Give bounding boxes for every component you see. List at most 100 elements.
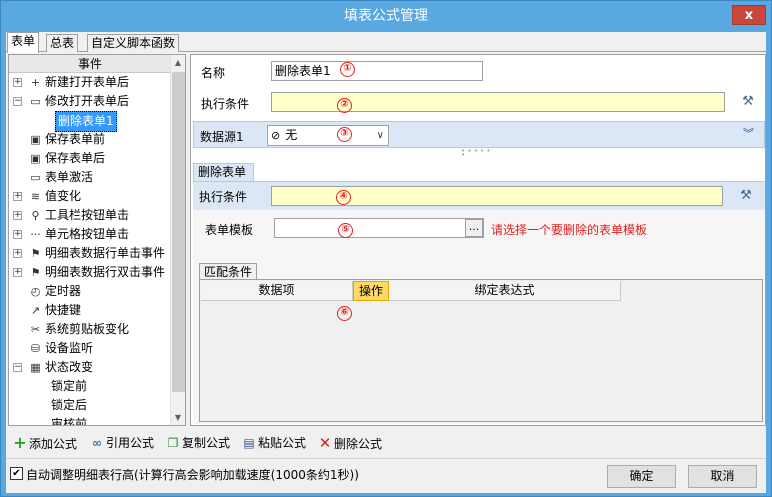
column-expression[interactable]: 绑定表达式: [389, 281, 621, 301]
cancel-button[interactable]: 取消: [688, 465, 757, 488]
tree-item-label: 审核前: [51, 417, 88, 426]
tree-item[interactable]: 锁定前: [9, 377, 172, 396]
template-hint: 请选择一个要删除的表单模板: [491, 223, 648, 237]
grid-header: 数据项 操作 绑定表达式: [201, 281, 621, 301]
tree-item[interactable]: + ⚑ 明细表数据行单击事件: [9, 244, 172, 263]
template-label: 表单模板: [205, 223, 254, 237]
copy-icon: ❐: [167, 436, 179, 450]
match-conditions-tab[interactable]: 匹配条件: [199, 263, 258, 280]
tree-item[interactable]: ▣ 保存表单前: [9, 130, 172, 149]
tree-scrollbar[interactable]: ▲ ▼: [170, 55, 185, 425]
tree-item-label: 系统剪贴板变化: [45, 322, 130, 336]
formula-toolbar: + 添加公式 ∞ 引用公式 ❐ 复制公式 ▤ 粘贴公式 ✕ 删除公式: [6, 431, 766, 453]
column-operation[interactable]: 操作: [353, 281, 389, 301]
expand-node-icon[interactable]: +: [13, 249, 22, 258]
tree-item[interactable]: − ▭ 修改打开表单后: [9, 92, 172, 111]
tree-item-label: 定时器: [45, 284, 82, 298]
user-add-icon: +: [30, 76, 41, 89]
event-header: 事件: [9, 55, 171, 73]
title-bar: 填表公式管理: [1, 1, 771, 31]
auto-row-height-label: 自动调整明细表行高(计算行高会影响加载速度(1000条约1秒)): [26, 468, 359, 482]
expand-node-icon[interactable]: +: [13, 78, 22, 87]
formula-editor: 名称 删除表单1 ① 执行条件 ② ⚒ 数据源1 ⊘ 无 ∨ ③ ︾ • • • …: [190, 54, 766, 426]
tree-item[interactable]: + ⚲ 工具栏按钮单击: [9, 206, 172, 225]
tree-item[interactable]: ◴ 定时器: [9, 282, 172, 301]
badge-3: ③: [337, 127, 352, 142]
add-formula-button[interactable]: + 添加公式: [13, 434, 77, 452]
tree-item[interactable]: ↗ 快捷键: [9, 301, 172, 320]
tree-item[interactable]: + ··· 单元格按钮单击: [9, 225, 172, 244]
match-conditions-grid: 数据项 操作 绑定表达式 ⑥: [199, 279, 763, 422]
expand-node-icon[interactable]: +: [13, 192, 22, 201]
badge-5: ⑤: [338, 223, 353, 238]
folder-open-icon: ▭: [30, 95, 41, 108]
tree-item[interactable]: 审核前: [9, 415, 172, 426]
tree-item-label: 锁定前: [51, 379, 88, 393]
delete-form-section-tab: 删除表单: [193, 163, 255, 181]
tree-item[interactable]: 删除表单1: [9, 111, 172, 132]
event-tree: + + 新建打开表单后 − ▭ 修改打开表单后 删除表单1 ▣ 保存表单前 ▣ 保存表单后 ▭ 表单激活…: [9, 73, 172, 426]
status-icon: ▦: [30, 361, 41, 374]
tree-item[interactable]: ▣ 保存表单后: [9, 149, 172, 168]
delete-icon: ✕: [318, 434, 332, 452]
formula-manager-window: 填表公式管理 x 表单 总表 自定义脚本函数 事件 + + 新建打开表单后 − ▭ 修改打…: [0, 0, 772, 497]
tree-item[interactable]: ⛁ 设备监听: [9, 339, 172, 358]
name-label: 名称: [201, 66, 226, 80]
badge-2: ②: [337, 98, 352, 113]
collapse-node-icon[interactable]: −: [13, 363, 22, 372]
ok-button[interactable]: 确定: [607, 465, 676, 488]
scroll-up-icon[interactable]: ▲: [171, 55, 185, 70]
badge-4: ④: [336, 190, 351, 205]
delete-form-section: 执行条件 ④ ⚒ 表单模板 ... ⑤ 请选择一个要删除的表单模板 匹配条件 数…: [193, 181, 765, 424]
toolbar-icon: ⚲: [31, 209, 40, 222]
paste-formula-button[interactable]: ▤ 粘贴公式: [242, 434, 306, 452]
collapse-icon[interactable]: ︾: [743, 125, 754, 141]
delete-formula-button[interactable]: ✕ 删除公式: [318, 434, 382, 452]
expand-node-icon[interactable]: +: [13, 230, 22, 239]
tree-item[interactable]: ▭ 表单激活: [9, 168, 172, 187]
link-icon: ∞: [92, 436, 102, 450]
tree-item[interactable]: + ≋ 值变化: [9, 187, 172, 206]
tree-item[interactable]: + + 新建打开表单后: [9, 73, 172, 92]
folder-icon: ▭: [30, 171, 41, 184]
dots-icon: ···: [30, 228, 41, 241]
browse-button[interactable]: ...: [465, 219, 483, 237]
tab-summary[interactable]: 总表: [46, 34, 79, 52]
datasource-select[interactable]: ⊘ 无 ∨: [267, 125, 389, 146]
timer-icon: ◴: [30, 285, 41, 298]
flag-icon: ⚑: [30, 266, 41, 279]
reference-formula-button[interactable]: ∞ 引用公式: [90, 434, 154, 452]
exec-condition-label: 执行条件: [201, 97, 250, 111]
column-data-item[interactable]: 数据项: [201, 281, 353, 301]
client-area: 表单 总表 自定义脚本函数 事件 + + 新建打开表单后 − ▭ 修改打开表单后 删除表单1…: [6, 32, 766, 493]
exec-condition-2-label: 执行条件: [199, 190, 248, 204]
splitter-handle[interactable]: • • • • • •: [461, 148, 491, 159]
template-input[interactable]: [274, 218, 484, 238]
auto-row-height-checkbox[interactable]: ✔: [10, 467, 23, 480]
scroll-down-icon[interactable]: ▼: [171, 410, 185, 425]
tree-item[interactable]: + ⚑ 明细表数据行双击事件: [9, 263, 172, 282]
chevron-down-icon: ∨: [376, 130, 384, 141]
expand-node-icon[interactable]: +: [13, 268, 22, 277]
tab-strip: 表单 总表 自定义脚本函数: [6, 32, 766, 53]
collapse-node-icon[interactable]: −: [13, 97, 22, 106]
tab-form[interactable]: 表单: [7, 32, 40, 53]
scroll-thumb[interactable]: [172, 72, 185, 392]
expression-editor-2-icon[interactable]: ⚒: [738, 188, 754, 204]
datasource-value: 无: [285, 128, 298, 142]
tree-item-label: 状态改变: [45, 360, 94, 374]
name-input[interactable]: 删除表单1: [271, 61, 483, 81]
close-button[interactable]: x: [732, 5, 766, 25]
save-icon: ▣: [30, 133, 41, 146]
tree-item[interactable]: 锁定后: [9, 396, 172, 415]
copy-formula-button[interactable]: ❐ 复制公式: [166, 434, 230, 452]
expand-node-icon[interactable]: +: [13, 211, 22, 220]
exec-condition-band: 执行条件 ④ ⚒: [193, 182, 765, 210]
datasource-label: 数据源1: [200, 130, 244, 144]
tab-custom-script[interactable]: 自定义脚本函数: [87, 34, 180, 52]
expression-editor-icon[interactable]: ⚒: [740, 94, 756, 110]
tree-item[interactable]: ✂ 系统剪贴板变化: [9, 320, 172, 339]
tree-item-label: 值变化: [45, 189, 82, 203]
tree-item[interactable]: − ▦ 状态改变: [9, 358, 172, 377]
value-change-icon: ≋: [30, 190, 41, 203]
